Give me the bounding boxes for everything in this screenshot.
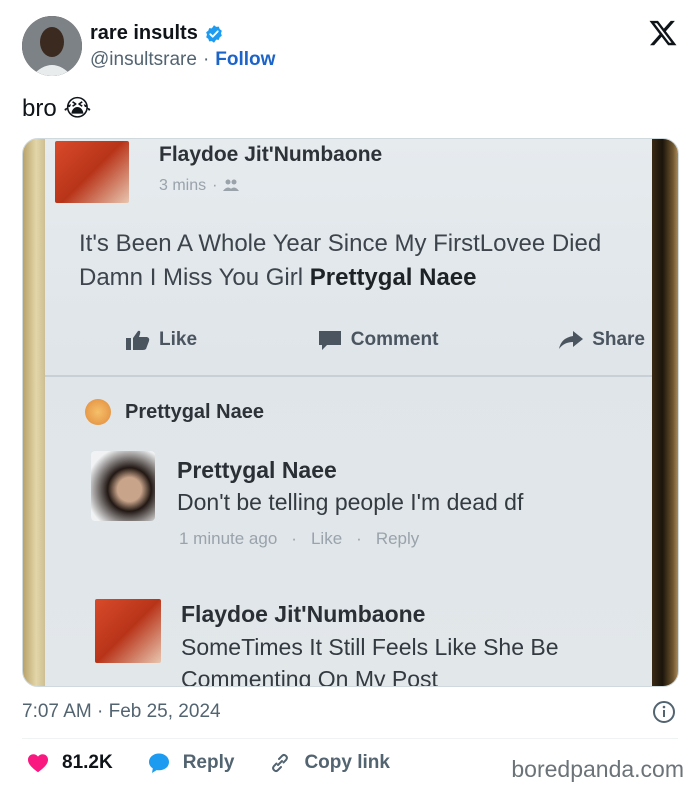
fb-divider [45, 375, 654, 377]
fb-reaction-name: Prettygal Naee [125, 400, 264, 423]
tweet-text: bro 😭 [22, 95, 92, 122]
fb-comment-label: Comment [350, 329, 439, 350]
fb-post-tag: Prettygal Naee [309, 264, 477, 291]
heart-icon [28, 754, 48, 773]
tweet-media-image[interactable]: Flaydoe Jit'Numbaone 3 mins · It's Been … [22, 138, 679, 687]
fb-comment2-text: SomeTimes It Still Feels Like She Be Com… [181, 634, 559, 687]
fb-post-time-row: 3 mins · [159, 177, 240, 195]
fb-share-action: Share [558, 329, 645, 351]
fb-comment-text: Don't be telling people I'm dead df [177, 489, 524, 515]
thumbs-up-icon [126, 330, 150, 350]
fb-comment-avatar [91, 451, 155, 521]
fb-comment2-name: Flaydoe Jit'Numbaone [181, 601, 426, 627]
fb-share-label: Share [592, 329, 645, 350]
reply-button[interactable]: Reply [147, 751, 235, 775]
friends-icon [223, 179, 240, 194]
link-icon [272, 753, 289, 773]
fb-time-separator: · [212, 177, 218, 194]
fb-poster-avatar [55, 141, 129, 203]
tweet-card: rare insults @insultsrare · Follow bro 😭… [0, 0, 700, 791]
fb-like-label: Like [159, 329, 198, 350]
author-handle[interactable]: @insultsrare [90, 49, 197, 71]
author-handle-row: @insultsrare · Follow [90, 49, 275, 71]
fb-post-body: It's Been A Whole Year Since My FirstLov… [79, 227, 639, 295]
footer-divider [22, 738, 678, 739]
fb-post-time: 3 mins [159, 177, 207, 194]
angry-face-icon [85, 399, 111, 425]
fb-comment-meta: 1 minute ago · Like · Reply [179, 529, 419, 549]
info-icon[interactable] [652, 700, 676, 724]
like-count: 81.2K [62, 752, 113, 773]
fb-comment2-avatar [95, 599, 161, 663]
fb-like-action: Like [125, 329, 197, 351]
reply-label: Reply [182, 752, 235, 773]
fb-meta-separator: · [291, 529, 297, 548]
share-arrow-icon [559, 331, 584, 349]
author-display-name[interactable]: rare insults [90, 22, 198, 45]
watermark: boredpanda.com [511, 756, 684, 782]
phone-frame-left [23, 139, 45, 686]
fb-poster-name: Flaydoe Jit'Numbaone [159, 143, 383, 166]
fb-meta-separator: · [356, 529, 362, 548]
like-button[interactable]: 81.2K [26, 751, 113, 775]
phone-frame-right [652, 139, 678, 686]
handle-separator: · [202, 49, 210, 70]
verified-badge-icon [205, 24, 222, 43]
author-name-row: rare insults [90, 22, 224, 45]
x-logo-icon[interactable] [648, 18, 678, 48]
tweet-timestamp[interactable]: 7:07 AM · Feb 25, 2024 [22, 701, 221, 723]
fb-reaction-row: Prettygal Naee [85, 399, 264, 425]
fb-comment-time: 1 minute ago [179, 529, 278, 548]
author-avatar[interactable] [22, 16, 82, 76]
copy-link-button[interactable]: Copy link [268, 751, 390, 775]
phone-screen: Flaydoe Jit'Numbaone 3 mins · It's Been … [45, 139, 654, 686]
fb-comment-name: Prettygal Naee [177, 457, 337, 483]
engagement-bar: 81.2K Reply Copy link [26, 751, 390, 775]
reply-bubble-icon [148, 753, 169, 773]
fb-comment-reply: Reply [375, 529, 420, 548]
fb-comment-like: Like [310, 529, 343, 548]
comment-bubble-icon [318, 331, 341, 350]
fb-action-bar: Like Comment Share [125, 329, 645, 351]
fb-comment-action: Comment [317, 329, 439, 351]
follow-button[interactable]: Follow [215, 49, 275, 71]
copy-link-label: Copy link [304, 752, 390, 773]
